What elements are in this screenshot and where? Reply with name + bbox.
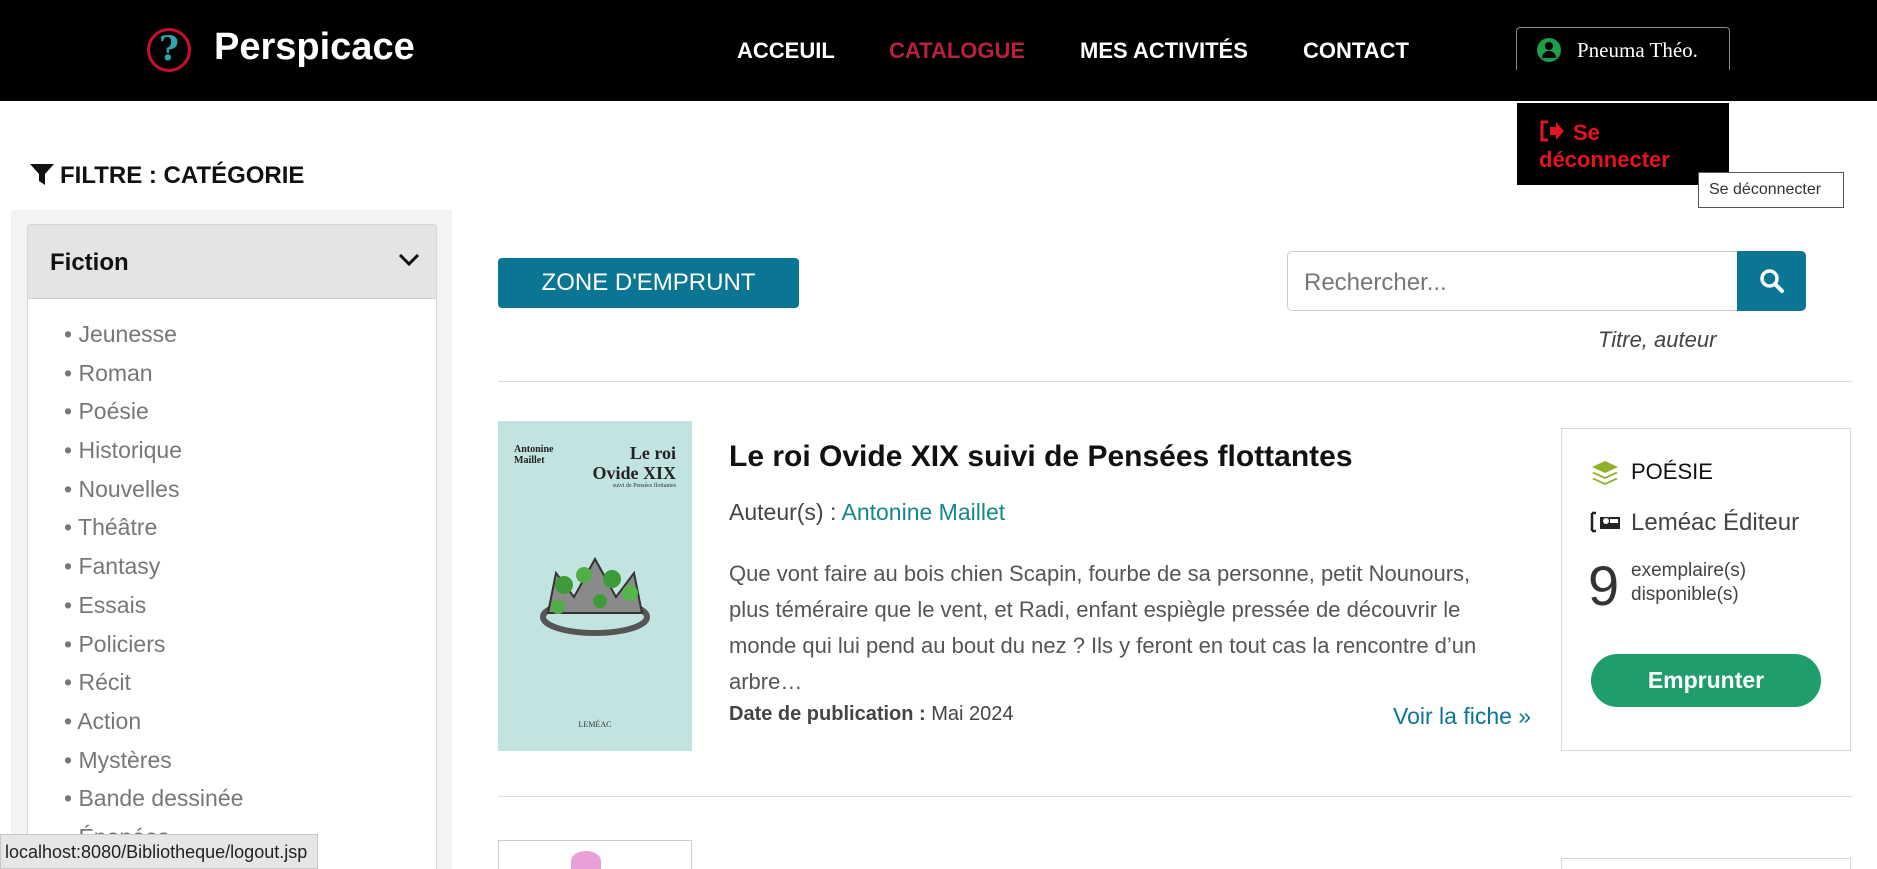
category-sidebar: Fiction Jeunesse Roman Poésie Historique… — [11, 210, 452, 869]
category-item[interactable]: Récit — [64, 669, 243, 708]
divider — [498, 381, 1852, 382]
top-navbar: ? Perspicace ACCEUIL CATALOGUE MES ACTIV… — [0, 0, 1877, 101]
user-name: Pneuma Théo. — [1577, 38, 1698, 62]
search-button[interactable] — [1737, 251, 1806, 311]
book-author-line: Auteur(s) : Antonine Maillet — [729, 499, 1005, 526]
nav-accueil[interactable]: ACCEUIL — [737, 38, 835, 64]
category-item[interactable]: Théâtre — [64, 514, 243, 553]
genre-label: POÉSIE — [1631, 459, 1713, 484]
category-panel: Fiction Jeunesse Roman Poésie Historique… — [27, 224, 437, 869]
logo-glyph: ? — [159, 29, 179, 69]
category-item[interactable]: Policiers — [64, 631, 243, 670]
user-icon — [1537, 38, 1561, 62]
cover-subtitle: suivi de Pensées flottantes — [612, 483, 676, 489]
layers-icon — [1592, 461, 1618, 485]
search-input[interactable]: Rechercher... — [1287, 251, 1738, 311]
nav-mes-activites[interactable]: MES ACTIVITÉS — [1080, 38, 1248, 64]
book-cover[interactable] — [498, 840, 692, 869]
flower-illustration — [571, 851, 601, 869]
category-item[interactable]: Essais — [64, 592, 243, 631]
author-prefix: Auteur(s) : — [729, 499, 842, 525]
filter-heading: FILTRE : CATÉGORIE — [30, 162, 304, 190]
book-title[interactable]: Le roi Ovide XIX suivi de Pensées flotta… — [729, 440, 1353, 474]
search-hint: Titre, auteur — [1598, 327, 1717, 352]
nav-catalogue[interactable]: CATALOGUE — [889, 38, 1025, 64]
zone-emprunt-button[interactable]: ZONE D'EMPRUNT — [498, 258, 799, 308]
copies-label: exemplaire(s) disponible(s) — [1631, 560, 1747, 605]
book-info-box — [1561, 858, 1851, 869]
divider — [498, 796, 1852, 797]
category-item[interactable]: Poésie — [64, 398, 243, 437]
borrow-button[interactable]: Emprunter — [1591, 654, 1821, 707]
book-cover[interactable]: Antonine Maillet Le roi Ovide XIX suivi de… — [498, 421, 692, 751]
browser-status-url: localhost:8080/Bibliotheque/logout.jsp — [0, 834, 319, 869]
copies-count: 9 — [1588, 554, 1620, 617]
publication-date: Date de publication : Mai 2024 — [729, 703, 1014, 726]
category-item[interactable]: Historique — [64, 437, 243, 476]
category-item[interactable]: Mystères — [64, 747, 243, 786]
chevron-down-icon[interactable] — [398, 253, 420, 267]
crown-illustration — [540, 556, 650, 636]
category-item[interactable]: Jeunesse — [64, 321, 243, 360]
brand-name[interactable]: Perspicace — [214, 26, 415, 69]
logout-link[interactable]: Se déconnecter — [1539, 119, 1719, 173]
book-info-box: POÉSIE Leméac Éditeur 9 exemplaire(s) dis… — [1561, 428, 1851, 751]
publisher-icon — [1590, 511, 1620, 533]
filter-icon — [30, 164, 54, 185]
view-details-link[interactable]: Voir la fiche » — [1393, 703, 1531, 730]
category-item[interactable]: Bande dessinée — [64, 785, 243, 824]
logout-tooltip: Se déconnecter — [1698, 172, 1844, 208]
book-description: Que vont faire au bois chien Scapin, fou… — [729, 561, 1477, 694]
user-menu-button[interactable]: Pneuma Théo. — [1516, 27, 1730, 70]
cover-title: Le roi Ovide XIX — [592, 443, 676, 483]
category-panel-title: Fiction — [50, 249, 129, 276]
cover-author: Antonine Maillet — [514, 444, 554, 466]
pubdate-label: Date de publication : — [729, 703, 926, 725]
category-item[interactable]: Fantasy — [64, 553, 243, 592]
category-list: Jeunesse Roman Poésie Historique Nouvell… — [64, 321, 243, 863]
pubdate-value: Mai 2024 — [931, 703, 1014, 725]
filter-heading-label: FILTRE : CATÉGORIE — [60, 162, 305, 189]
author-link[interactable]: Antonine Maillet — [841, 499, 1005, 525]
publisher-label: Leméac Éditeur — [1631, 509, 1800, 536]
category-item[interactable]: Roman — [64, 360, 243, 399]
category-item[interactable]: Action — [64, 708, 243, 747]
category-panel-header[interactable]: Fiction — [28, 225, 436, 299]
nav-contact[interactable]: CONTACT — [1303, 38, 1409, 64]
cover-publisher: LEMÉAC — [578, 720, 612, 729]
category-item[interactable]: Nouvelles — [64, 476, 243, 515]
logo-icon[interactable]: ? — [147, 28, 191, 72]
search-icon — [1760, 269, 1784, 293]
